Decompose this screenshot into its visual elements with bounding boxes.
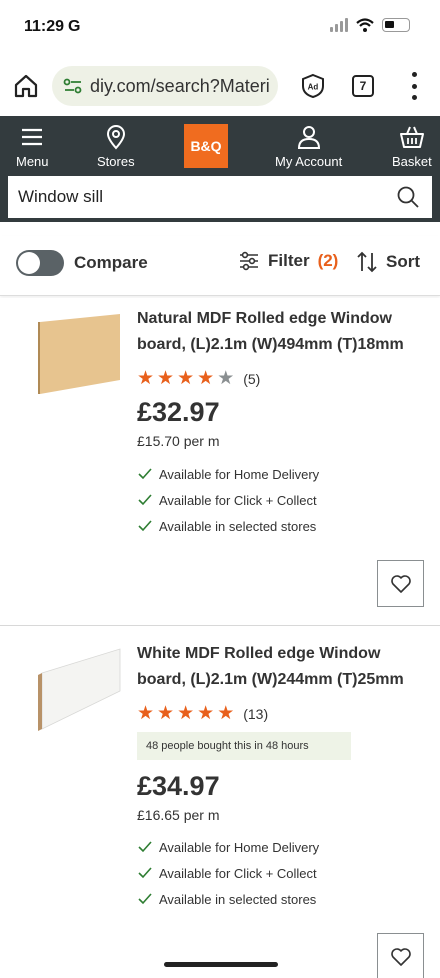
availability-item: Available in selected stores bbox=[137, 890, 319, 908]
availability-text: Available for Home Delivery bbox=[159, 839, 320, 855]
compare-toggle[interactable] bbox=[16, 250, 64, 276]
star-empty-icon: ★ bbox=[217, 368, 235, 389]
availability-text: Available in selected stores bbox=[159, 891, 317, 907]
availability-item: Available for Home Delivery bbox=[137, 838, 319, 856]
star-icon: ★ bbox=[157, 368, 175, 389]
product-image[interactable] bbox=[36, 647, 122, 731]
availability-text: Available for Home Delivery bbox=[159, 466, 320, 482]
basket-label: Basket bbox=[392, 154, 432, 169]
availability-text: Available for Click + Collect bbox=[159, 492, 317, 508]
product-title[interactable]: Natural MDF Rolled edge Window board, (L… bbox=[137, 306, 429, 358]
product-rating: ★ ★ ★ ★ ★ (5) bbox=[137, 369, 260, 388]
availability-text: Available in selected stores bbox=[159, 518, 317, 534]
address-bar[interactable]: diy.com/search?Materi bbox=[52, 66, 278, 106]
product-image[interactable] bbox=[36, 312, 122, 396]
star-icon: ★ bbox=[197, 703, 215, 724]
rating-count: (13) bbox=[243, 705, 269, 722]
url-text: diy.com/search?Materi bbox=[90, 75, 270, 96]
my-account-label: My Account bbox=[275, 154, 343, 169]
availability-list: Available for Home Delivery Available fo… bbox=[137, 838, 319, 908]
popularity-badge: 48 people bought this in 48 hours bbox=[137, 732, 351, 760]
sort-label: Sort bbox=[386, 252, 420, 271]
check-icon bbox=[138, 893, 152, 905]
heart-icon bbox=[390, 574, 411, 593]
hamburger-icon bbox=[22, 128, 43, 146]
bq-logo[interactable]: B&Q bbox=[184, 124, 228, 168]
search-bar bbox=[8, 176, 432, 218]
user-icon bbox=[297, 126, 320, 149]
product-card[interactable]: Natural MDF Rolled edge Window board, (L… bbox=[0, 298, 440, 624]
filter-button[interactable]: Filter (2) bbox=[238, 250, 338, 272]
check-icon bbox=[138, 494, 152, 506]
availability-text: Available for Click + Collect bbox=[159, 865, 317, 881]
compare-label: Compare bbox=[74, 253, 148, 272]
product-price: £34.97 bbox=[137, 771, 220, 801]
wishlist-button[interactable] bbox=[377, 560, 424, 607]
status-time: 11:29 bbox=[24, 18, 65, 35]
site-header: Menu Stores B&Q My Account Basket bbox=[0, 116, 440, 222]
availability-item: Available in selected stores bbox=[137, 517, 319, 535]
home-icon[interactable] bbox=[12, 72, 40, 100]
star-icon: ★ bbox=[177, 703, 195, 724]
rating-count: (5) bbox=[243, 370, 261, 387]
tabs-button[interactable]: 7 bbox=[352, 75, 374, 97]
product-card[interactable]: White MDF Rolled edge Window board, (L)2… bbox=[0, 633, 440, 978]
availability-item: Available for Click + Collect bbox=[137, 864, 319, 882]
browser-toolbar: diy.com/search?Materi Ad 7 bbox=[0, 60, 440, 112]
check-icon bbox=[138, 468, 152, 480]
star-icon: ★ bbox=[137, 703, 155, 724]
star-icon: ★ bbox=[157, 703, 175, 724]
check-icon bbox=[138, 520, 152, 532]
search-icon[interactable] bbox=[396, 185, 420, 209]
star-icon: ★ bbox=[177, 368, 195, 389]
home-indicator[interactable] bbox=[164, 962, 278, 967]
stores-label: Stores bbox=[97, 154, 135, 169]
site-settings-icon[interactable] bbox=[62, 75, 84, 97]
signal-icon bbox=[330, 18, 348, 32]
unit-price: £16.65 per m bbox=[137, 807, 220, 823]
location-pin-icon bbox=[106, 125, 125, 150]
status-icons bbox=[330, 18, 410, 32]
unit-price: £15.70 per m bbox=[137, 433, 220, 449]
wishlist-button[interactable] bbox=[377, 933, 424, 978]
menu-label: Menu bbox=[16, 154, 49, 169]
availability-item: Available for Click + Collect bbox=[137, 491, 319, 509]
wifi-icon bbox=[356, 18, 374, 32]
star-icon: ★ bbox=[137, 368, 155, 389]
menu-button[interactable]: Menu bbox=[16, 124, 49, 169]
more-vert-icon[interactable] bbox=[408, 72, 420, 100]
sliders-icon bbox=[240, 251, 258, 271]
my-account-button[interactable]: My Account bbox=[275, 124, 342, 169]
status-bar: 11:29 G bbox=[0, 0, 440, 52]
star-icon: ★ bbox=[197, 368, 215, 389]
sort-button[interactable]: Sort bbox=[356, 250, 420, 274]
availability-item: Available for Home Delivery bbox=[137, 465, 319, 483]
product-price: £32.97 bbox=[137, 397, 220, 427]
results-toolbar: Compare Filter (2) Sort bbox=[0, 236, 440, 296]
basket-button[interactable]: Basket bbox=[392, 124, 432, 169]
adblock-icon[interactable]: Ad bbox=[300, 73, 326, 99]
check-icon bbox=[138, 867, 152, 879]
filter-count: (2) bbox=[317, 251, 339, 270]
product-divider bbox=[0, 625, 440, 626]
availability-list: Available for Home Delivery Available fo… bbox=[137, 465, 319, 535]
product-title[interactable]: White MDF Rolled edge Window board, (L)2… bbox=[137, 641, 429, 693]
star-icon: ★ bbox=[217, 703, 235, 724]
google-indicator-icon: G bbox=[68, 18, 81, 35]
product-rating: ★ ★ ★ ★ ★ (13) bbox=[137, 704, 268, 723]
search-input[interactable] bbox=[18, 187, 378, 207]
basket-icon bbox=[399, 126, 424, 148]
sort-arrows-icon bbox=[357, 251, 377, 273]
heart-icon bbox=[390, 947, 411, 966]
filter-label: Filter bbox=[268, 251, 310, 270]
battery-icon bbox=[382, 18, 410, 32]
svg-text:Ad: Ad bbox=[308, 83, 319, 92]
stores-button[interactable]: Stores bbox=[97, 124, 135, 169]
check-icon bbox=[138, 841, 152, 853]
